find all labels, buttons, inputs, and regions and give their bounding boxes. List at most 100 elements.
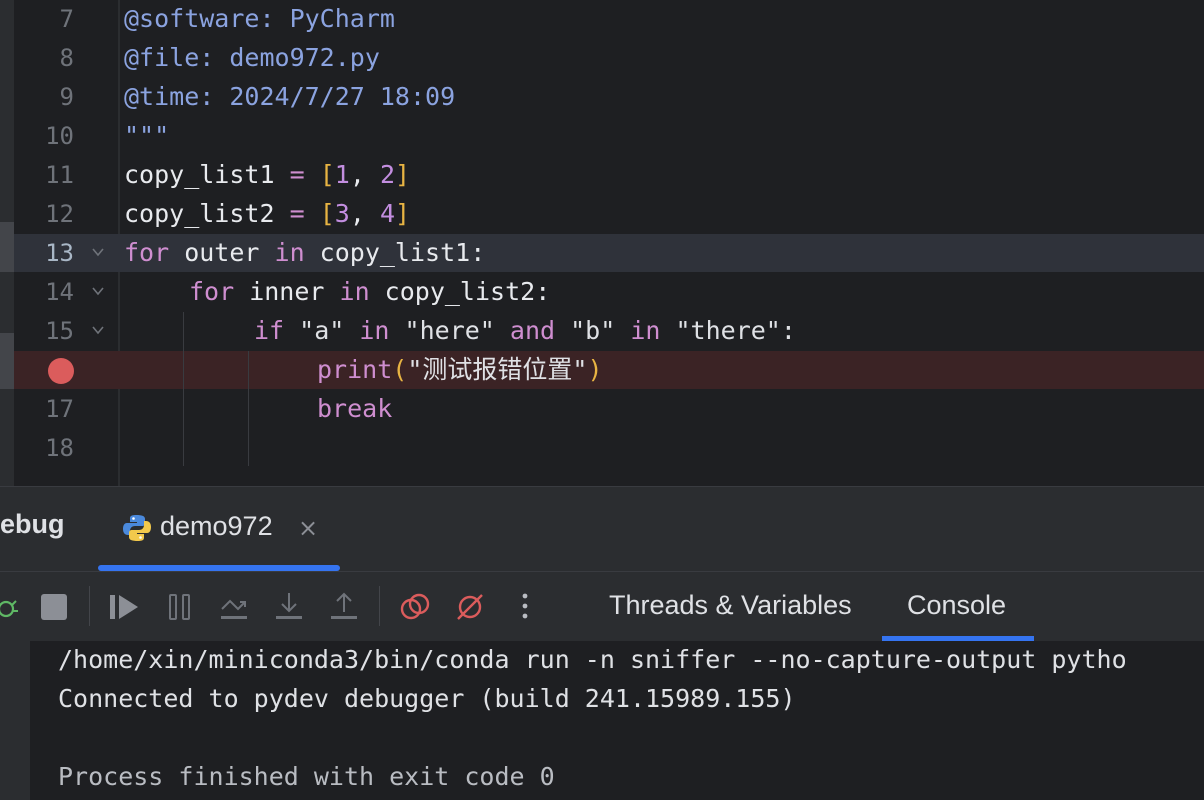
code-token: in (359, 316, 390, 345)
code-line[interactable]: 14 for inner in copy_list2: (14, 273, 1204, 311)
console-line: Process finished with exit code 0 (58, 762, 555, 791)
line-number: 11 (45, 161, 74, 189)
code-line[interactable]: 11 copy_list1 = [1, 2] (14, 156, 1204, 194)
code-token: = (289, 199, 305, 228)
debug-console[interactable]: /home/xin/miniconda3/bin/conda run -n sn… (0, 641, 1204, 800)
code-token: ) (587, 355, 603, 384)
code-token: 4 (379, 199, 395, 228)
pause-icon[interactable] (164, 591, 196, 623)
code-token: ( (392, 355, 408, 384)
strip-marker (0, 333, 14, 389)
rerun-debug-icon[interactable] (0, 591, 22, 623)
resume-icon[interactable] (108, 591, 140, 623)
code-token: break (317, 394, 393, 423)
fold-arrow-icon[interactable] (92, 326, 104, 335)
code-line-breakpoint[interactable]: print("测试报错位置") (14, 351, 1204, 389)
line-number: 7 (59, 5, 74, 33)
line-number: 14 (45, 278, 74, 306)
code-token: copy_list1 (124, 160, 290, 189)
more-options-icon[interactable] (509, 591, 541, 623)
code-text: copy_list1 = [1, 2] (124, 156, 410, 194)
code-token: "a" (284, 316, 360, 345)
console-side-strip (0, 641, 30, 800)
code-token: , (349, 199, 380, 228)
code-token: for (189, 277, 235, 306)
line-number: 13 (45, 239, 74, 267)
indent-guide (183, 312, 184, 466)
code-text: for inner in copy_list2: (189, 273, 550, 311)
step-out-icon[interactable] (328, 591, 360, 623)
tab-threads-variables[interactable]: Threads & Variables (609, 590, 852, 621)
python-file-icon (122, 513, 152, 543)
code-text: @time: 2024/7/27 18:09 (124, 82, 456, 111)
code-line[interactable]: 18 (14, 429, 1204, 467)
line-number: 15 (45, 317, 74, 345)
mute-breakpoints-icon[interactable] (454, 591, 486, 623)
code-token: 1 (334, 160, 350, 189)
code-line[interactable]: 9 @time: 2024/7/27 18:09 (14, 78, 1204, 116)
left-tool-strip (0, 0, 14, 486)
code-token: ] (395, 199, 411, 228)
close-icon[interactable]: × (298, 514, 318, 542)
tab-console[interactable]: Console (907, 590, 1006, 621)
line-number: 8 (59, 44, 74, 72)
stop-icon[interactable] (38, 591, 70, 623)
tool-window-title: ebug (0, 509, 65, 539)
code-token: inner (234, 277, 340, 306)
code-token: [ (319, 160, 335, 189)
step-into-icon[interactable] (273, 591, 305, 623)
code-token: = (289, 160, 305, 189)
line-number: 17 (45, 395, 74, 423)
code-token: [ (319, 199, 335, 228)
line-number: 9 (59, 83, 74, 111)
line-number: 10 (45, 122, 74, 150)
code-token: copy_list2 (124, 199, 290, 228)
code-token: in (630, 316, 661, 345)
code-line-current[interactable]: 13 for outer in copy_list1: (14, 234, 1204, 272)
code-text: print("测试报错位置") (317, 351, 603, 389)
code-token: if (254, 316, 285, 345)
code-text: copy_list2 = [3, 4] (124, 195, 410, 233)
code-token: outer (169, 238, 275, 267)
code-text: break (317, 390, 392, 428)
code-token: in (339, 277, 370, 306)
code-line[interactable]: 10 """ (14, 117, 1204, 155)
fold-arrow-icon[interactable] (92, 248, 104, 257)
code-line[interactable]: 15 if "a" in "here" and "b" in "there": (14, 312, 1204, 350)
fold-arrow-icon[interactable] (92, 287, 104, 296)
code-line[interactable]: 17 break (14, 390, 1204, 428)
code-text: """ (124, 121, 170, 150)
run-tab-label: demo972 (160, 511, 273, 541)
code-token: ] (395, 160, 411, 189)
code-token: , (349, 160, 380, 189)
toolbar-separator (89, 586, 90, 626)
code-token: "here" (389, 316, 510, 345)
line-number: 18 (45, 434, 74, 462)
code-token: for (124, 238, 170, 267)
line-number: 12 (45, 200, 74, 228)
run-config-tab[interactable]: demo972 × (98, 487, 340, 571)
step-over-icon[interactable] (218, 591, 250, 623)
code-token: 3 (334, 199, 350, 228)
strip-marker (0, 222, 14, 272)
breakpoint-icon[interactable] (48, 358, 74, 384)
code-text: @software: PyCharm (124, 4, 395, 33)
code-line[interactable]: 7 @software: PyCharm (14, 0, 1204, 38)
debug-toolbar: Threads & Variables Console (0, 571, 1204, 642)
code-editor[interactable]: 7 @software: PyCharm 8 @file: demo972.py… (0, 0, 1204, 486)
code-line[interactable]: 12 copy_list2 = [3, 4] (14, 195, 1204, 233)
code-token: and (509, 316, 556, 345)
debug-tool-window-header: ebug demo972 × (0, 486, 1204, 571)
code-token: copy_list1: (304, 238, 486, 267)
code-token: "b" (555, 316, 631, 345)
console-line: /home/xin/miniconda3/bin/conda run -n sn… (58, 645, 1127, 674)
code-token: in (274, 238, 305, 267)
console-line: Connected to pydev debugger (build 241.1… (58, 684, 796, 713)
code-text: @file: demo972.py (124, 43, 380, 72)
code-line[interactable]: 8 @file: demo972.py (14, 39, 1204, 77)
view-breakpoints-icon[interactable] (399, 591, 431, 623)
code-token: "测试报错位置" (407, 355, 588, 384)
code-token: 2 (379, 160, 395, 189)
